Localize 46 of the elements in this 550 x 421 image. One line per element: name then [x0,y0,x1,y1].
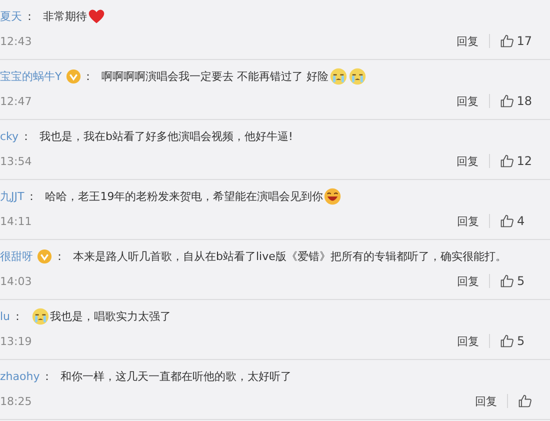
colon: ： [26,188,38,204]
comment-text: 非常期待 [43,8,87,24]
like-count: 5 [517,334,526,348]
comment-text: 和你一样，这几天一直都在听他的歌，太好听了 [60,368,292,384]
heart-emoji-icon [88,8,105,24]
thumbs-up-icon[interactable] [500,34,514,48]
colon: ： [20,128,32,144]
comment-time: 12:43 [0,34,32,48]
comment-text: 哈哈，老王19年的老粉发来贺电，希望能在演唱会见到你 [45,188,324,204]
thumbs-up-icon[interactable] [518,394,532,408]
colon: ： [82,68,94,84]
comment-time: 12:47 [0,94,32,108]
like-count: 12 [516,154,532,168]
comment-text: 我也是，唱歌实力太强了 [50,308,172,324]
thumbs-up-icon[interactable] [500,154,514,168]
comment-time: 13:19 [0,334,32,348]
like-count: 17 [516,34,532,48]
thumbs-up-icon[interactable] [500,274,514,288]
like-count: 5 [517,274,526,288]
thumbs-up-icon[interactable] [500,334,514,348]
colon: ： [42,368,53,384]
colon: ： [54,248,65,264]
crying-emoji-icon [32,308,50,324]
like-count: 4 [517,214,526,228]
comment-text: 我也是，我在b站看了好多他演唱会视频，他好牛逼! [40,128,293,144]
reply-link[interactable]: 回复 [456,154,479,168]
reply-link[interactable]: 回复 [457,214,479,228]
thumbs-up-icon[interactable] [500,214,514,228]
colon: ： [12,308,24,324]
comment-text: 啊啊啊啊演唱会我一定要去 不能再错过了 好险 [102,68,329,84]
like-count: 18 [516,94,532,108]
laughing-emoji-icon [324,188,342,204]
reply-link[interactable]: 回复 [457,274,479,288]
comment-text: 本来是路人听几首歌，自从在b站看了live版《爱错》把所有的专辑都听了，确实很能打。 [73,248,506,264]
reply-link[interactable]: 回复 [456,34,479,48]
reply-link[interactable]: 回复 [456,94,479,108]
comment-time: 14:03 [0,274,32,288]
comment-time: 13:54 [0,154,32,168]
crying-emoji-icon [330,68,347,84]
reply-link[interactable]: 回复 [457,334,479,348]
comment-time: 14:11 [0,214,32,228]
crying-emoji-icon [348,68,366,84]
reply-link[interactable]: 回复 [475,394,497,408]
colon: ： [24,8,35,24]
comment-time: 18:25 [0,394,32,408]
thumbs-up-icon[interactable] [500,94,514,108]
